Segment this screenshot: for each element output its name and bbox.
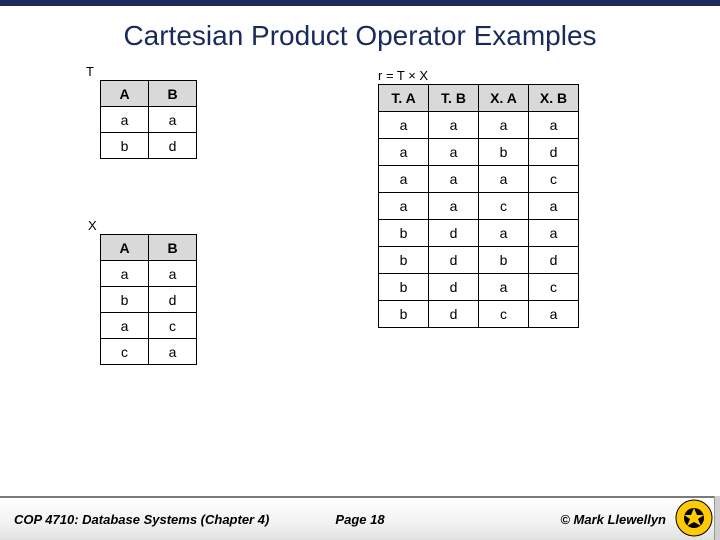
- cell: b: [479, 139, 529, 166]
- cell: a: [101, 107, 149, 133]
- cell: a: [429, 112, 479, 139]
- cell: a: [149, 339, 197, 365]
- cell: b: [479, 247, 529, 274]
- table-row: a a b d: [379, 139, 579, 166]
- slide-title: Cartesian Product Operator Examples: [0, 20, 720, 52]
- cell: a: [529, 301, 579, 328]
- table-row: c a: [101, 339, 197, 365]
- cell: a: [149, 107, 197, 133]
- table-row: a a a a: [379, 112, 579, 139]
- col-header: X. B: [529, 85, 579, 112]
- col-header: B: [149, 235, 197, 261]
- table-row: a a: [101, 107, 197, 133]
- table-row: b d: [101, 133, 197, 159]
- col-header: T. A: [379, 85, 429, 112]
- table-row: a a c a: [379, 193, 579, 220]
- ucf-logo-icon: [674, 498, 714, 538]
- cell: a: [529, 193, 579, 220]
- cell: c: [479, 301, 529, 328]
- cell: c: [479, 193, 529, 220]
- table-t-label: T: [86, 64, 94, 79]
- cell: a: [479, 112, 529, 139]
- col-header: X. A: [479, 85, 529, 112]
- footer-copyright: © Mark Llewellyn: [560, 512, 666, 527]
- cell: d: [149, 287, 197, 313]
- cell: a: [429, 193, 479, 220]
- cell: b: [379, 301, 429, 328]
- cell: d: [529, 139, 579, 166]
- content-area: T A B a a b d X A B a a b d a c: [0, 60, 720, 490]
- cell: a: [379, 166, 429, 193]
- col-header: A: [101, 235, 149, 261]
- top-accent-bar: [0, 0, 720, 6]
- cell: a: [379, 112, 429, 139]
- footer-bar: COP 4710: Database Systems (Chapter 4) P…: [0, 496, 720, 540]
- col-header: B: [149, 81, 197, 107]
- table-row: b d c a: [379, 301, 579, 328]
- table-t: A B a a b d: [100, 80, 197, 159]
- cell: d: [529, 247, 579, 274]
- slide-edge: [714, 496, 720, 540]
- cell: b: [379, 220, 429, 247]
- cell: b: [101, 133, 149, 159]
- cell: a: [379, 193, 429, 220]
- cell: d: [429, 247, 479, 274]
- cell: b: [101, 287, 149, 313]
- footer-page: Page 18: [335, 512, 384, 527]
- footer-course: COP 4710: Database Systems (Chapter 4): [14, 512, 269, 527]
- cell: a: [149, 261, 197, 287]
- table-x: A B a a b d a c c a: [100, 234, 197, 365]
- table-row: a c: [101, 313, 197, 339]
- table-row: b d a a: [379, 220, 579, 247]
- table-row: b d a c: [379, 274, 579, 301]
- table-x-label: X: [88, 218, 97, 233]
- table-row: b d: [101, 287, 197, 313]
- table-row: a a: [101, 261, 197, 287]
- cell: d: [149, 133, 197, 159]
- table-header-row: T. A T. B X. A X. B: [379, 85, 579, 112]
- table-r-label: r = T × X: [378, 68, 428, 83]
- cell: a: [101, 313, 149, 339]
- col-header: A: [101, 81, 149, 107]
- cell: d: [429, 220, 479, 247]
- cell: a: [379, 139, 429, 166]
- cell: a: [479, 166, 529, 193]
- cell: c: [529, 166, 579, 193]
- cell: a: [429, 139, 479, 166]
- cell: c: [101, 339, 149, 365]
- cell: b: [379, 274, 429, 301]
- cell: a: [529, 112, 579, 139]
- cell: a: [479, 220, 529, 247]
- cell: a: [479, 274, 529, 301]
- cell: a: [101, 261, 149, 287]
- table-row: a a a c: [379, 166, 579, 193]
- table-header-row: A B: [101, 81, 197, 107]
- col-header: T. B: [429, 85, 479, 112]
- cell: c: [149, 313, 197, 339]
- cell: b: [379, 247, 429, 274]
- cell: d: [429, 301, 479, 328]
- table-header-row: A B: [101, 235, 197, 261]
- cell: c: [529, 274, 579, 301]
- table-row: b d b d: [379, 247, 579, 274]
- cell: a: [429, 166, 479, 193]
- table-r: T. A T. B X. A X. B a a a a a a b d a a …: [378, 84, 579, 328]
- cell: a: [529, 220, 579, 247]
- cell: d: [429, 274, 479, 301]
